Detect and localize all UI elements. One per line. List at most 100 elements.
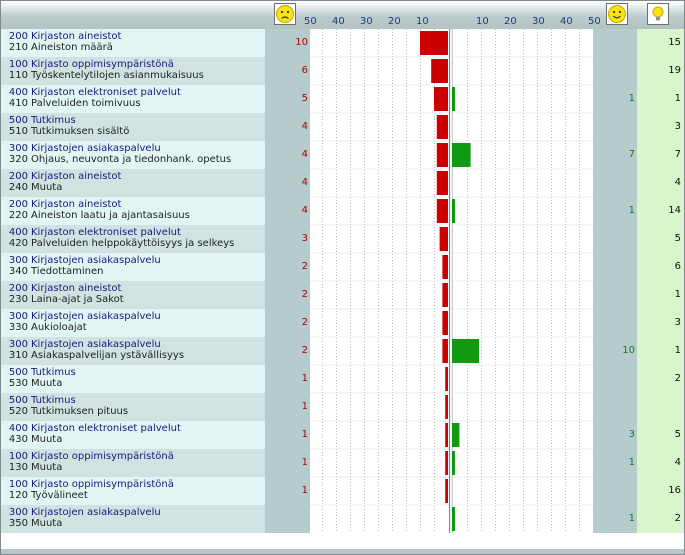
subcategory-line: 320 Ohjaus, neuvonta ja tiedonhank. opetu…	[4, 154, 265, 165]
idea-count-cell: 5	[637, 421, 684, 449]
subcategory-line: 510 Tutkimuksen sisältö	[4, 126, 265, 137]
category-line: 300 Kirjastojen asiakaspalvelu	[4, 255, 265, 266]
positive-count-cell: 1	[593, 197, 637, 225]
negative-count-cell: 2	[265, 309, 310, 337]
category-line: 400 Kirjaston elektroniset palvelut	[4, 87, 265, 98]
category-name: Tutkimus	[31, 395, 76, 406]
positive-count: 1	[628, 457, 635, 468]
idea-count: 1	[674, 289, 681, 300]
category-name: Kirjastojen asiakaspalvelu	[31, 507, 161, 518]
positive-count-cell	[593, 57, 637, 85]
row-label: 400 Kirjaston elektroniset palvelut 420 Pal…	[1, 225, 265, 253]
subcategory-line: 220 Aineiston laatu ja ajantasaisuus	[4, 210, 265, 221]
negative-count-cell: 1	[265, 449, 310, 477]
negative-count: 1	[301, 429, 308, 440]
idea-count: 3	[674, 121, 681, 132]
idea-count: 4	[674, 457, 681, 468]
category-name: Kirjaston elektroniset palvelut	[31, 423, 181, 434]
negative-count: 4	[301, 205, 308, 216]
idea-count-cell: 1	[637, 281, 684, 309]
idea-count-cell: 3	[637, 309, 684, 337]
positive-bar	[452, 451, 455, 475]
category-name: Kirjaston elektroniset palvelut	[31, 87, 181, 98]
negative-count: 2	[301, 317, 308, 328]
positive-count: 1	[628, 513, 635, 524]
category-code: 300	[8, 311, 28, 322]
category-name: Kirjastojen asiakaspalvelu	[31, 339, 161, 350]
category-name: Kirjaston aineistot	[31, 283, 122, 294]
idea-count: 6	[674, 261, 681, 272]
category-line: 100 Kirjasto oppimisympäristönä	[4, 451, 265, 462]
positive-count-cell	[593, 29, 637, 57]
negative-count-cell: 1	[265, 365, 310, 393]
category-name: Tutkimus	[31, 115, 76, 126]
positive-count: 3	[628, 429, 635, 440]
idea-count-cell: 5	[637, 225, 684, 253]
idea-count: 1	[674, 345, 681, 356]
subcategory-line: 530 Muuta	[4, 378, 265, 389]
category-line: 300 Kirjastojen asiakaspalvelu	[4, 143, 265, 154]
negative-bar	[420, 31, 448, 55]
category-line: 400 Kirjaston elektroniset palvelut	[4, 227, 265, 238]
left-tick-label: 40	[332, 16, 345, 27]
negative-count-cell: 2	[265, 253, 310, 281]
positive-count: 1	[628, 205, 635, 216]
negative-count: 5	[301, 93, 308, 104]
row-label: 300 Kirjastojen asiakaspalvelu 320 Ohjaus, …	[1, 141, 265, 169]
right-tick-label: 50	[588, 16, 601, 27]
subcategory-line: 520 Tutkimuksen pituus	[4, 406, 265, 417]
positive-count-cell: 7	[593, 141, 637, 169]
negative-count-cell: 6	[265, 57, 310, 85]
category-code: 400	[8, 227, 28, 238]
right-tick-label: 10	[476, 16, 489, 27]
negative-count: 2	[301, 345, 308, 356]
row-label: 100 Kirjasto oppimisympäristönä 130 Muuta	[1, 449, 265, 477]
category-code: 200	[8, 31, 28, 42]
subcategory-line: 330 Aukioloajat	[4, 322, 265, 333]
subcategory-code: 120	[8, 490, 28, 501]
subcategory-line: 340 Tiedottaminen	[4, 266, 265, 277]
positive-count-cell	[593, 309, 637, 337]
right-tick-label: 30	[532, 16, 545, 27]
subcategory-line: 430 Muuta	[4, 434, 265, 445]
sad-face-icon	[274, 3, 296, 25]
category-line: 500 Tutkimus	[4, 367, 265, 378]
category-code: 300	[8, 339, 28, 350]
negative-bar	[436, 143, 448, 167]
idea-count-cell: 16	[637, 477, 684, 505]
subcategory-name: Työskentelytilojen asianmukaisuus	[31, 70, 204, 81]
idea-count-cell: 7	[637, 141, 684, 169]
bottom-strip	[1, 549, 684, 554]
negative-bar	[445, 367, 448, 391]
left-tick-label: 50	[304, 16, 317, 27]
idea-count: 19	[668, 65, 681, 76]
category-code: 100	[8, 451, 28, 462]
subcategory-code: 210	[8, 42, 28, 53]
idea-count-cell: 1	[637, 85, 684, 113]
negative-count: 4	[301, 121, 308, 132]
negative-count-cell: 4	[265, 197, 310, 225]
idea-count: 7	[674, 149, 681, 160]
subcategory-name: Palveluiden toimivuus	[31, 98, 141, 109]
subcategory-line: 420 Palveluiden helppokäyttöisyys ja selk…	[4, 238, 265, 249]
negative-bar	[434, 87, 448, 111]
subcategory-line: 410 Palveluiden toimivuus	[4, 98, 265, 109]
idea-count-cell: 3	[637, 113, 684, 141]
positive-count-cell	[593, 169, 637, 197]
subcategory-code: 130	[8, 462, 28, 473]
subcategory-name: Aukioloajat	[31, 322, 87, 333]
negative-count-cell: 1	[265, 421, 310, 449]
category-code: 100	[8, 479, 28, 490]
category-name: Kirjasto oppimisympäristönä	[31, 451, 174, 462]
category-name: Kirjastojen asiakaspalvelu	[31, 255, 161, 266]
idea-count: 1	[674, 93, 681, 104]
negative-count-cell: 10	[265, 29, 310, 57]
subcategory-code: 330	[8, 322, 28, 333]
category-name: Kirjasto oppimisympäristönä	[31, 479, 174, 490]
row-label: 200 Kirjaston aineistot 240 Muuta	[1, 169, 265, 197]
row-label: 300 Kirjastojen asiakaspalvelu 310 Asiakasp…	[1, 337, 265, 365]
category-code: 400	[8, 87, 28, 98]
left-tick-label: 10	[416, 16, 429, 27]
negative-bar	[445, 395, 448, 419]
subcategory-code: 350	[8, 518, 28, 529]
